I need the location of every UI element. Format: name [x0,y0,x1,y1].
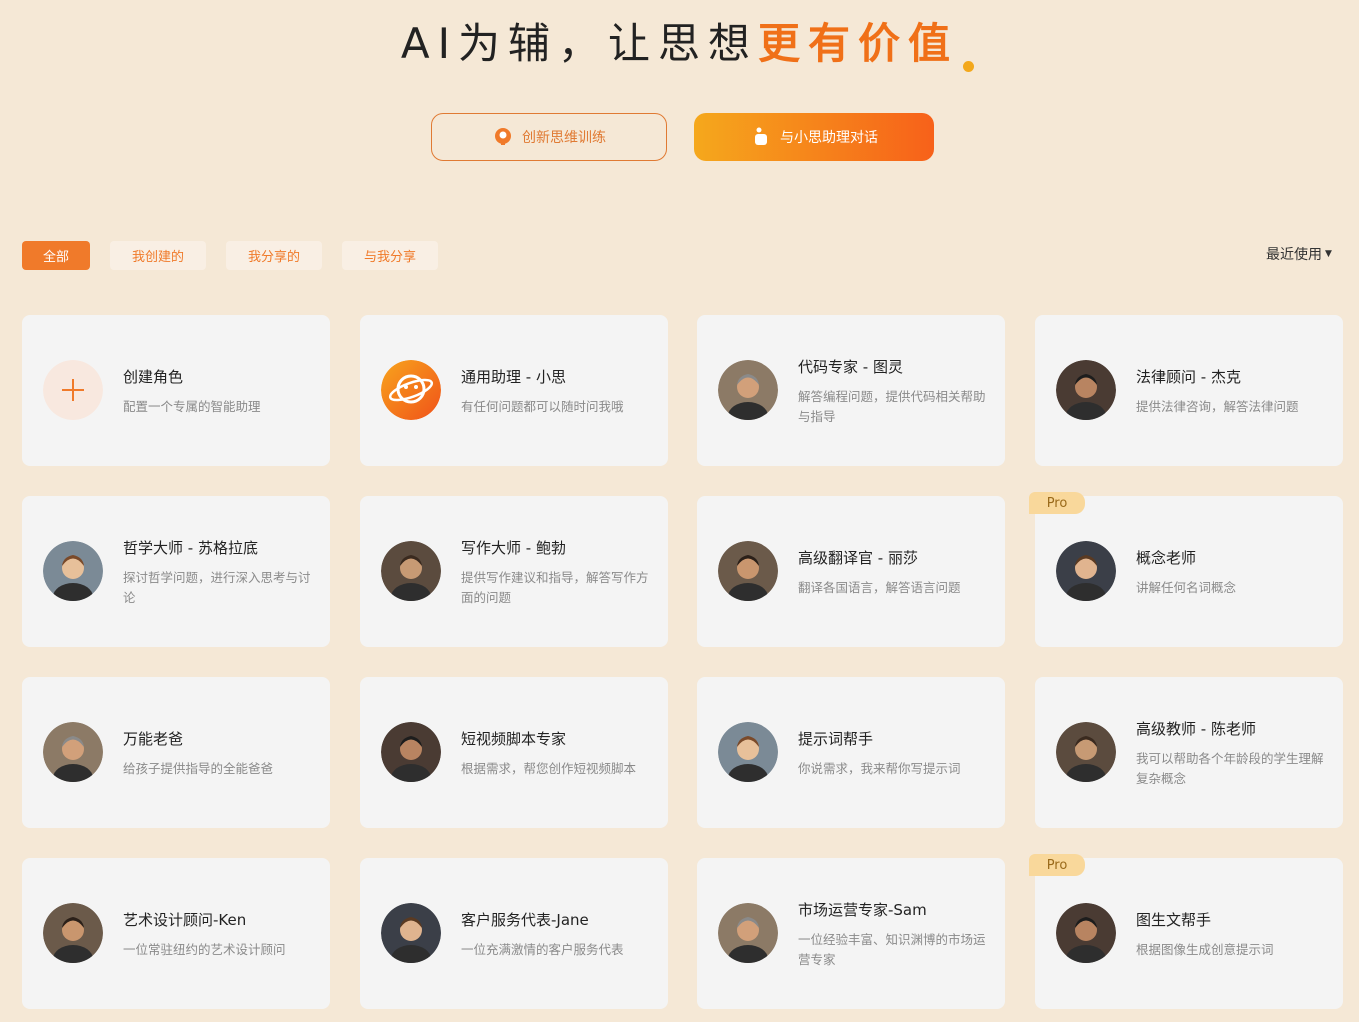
card-title: 提示词帮手 [798,730,874,748]
role-card[interactable]: 图生文帮手根据图像生成创意提示词 Pro [1029,854,1343,1009]
role-card[interactable]: 万能老爸给孩子提供指导的全能爸爸 [22,677,330,828]
avatar [1056,903,1116,963]
innovative-training-label: 创新思维训练 [522,130,606,146]
avatar [718,722,778,782]
role-card[interactable]: 短视频脚本专家根据需求，帮您创作短视频脚本 [360,677,668,828]
card-description: 有任何问题都可以随时问我哦 [461,399,624,414]
card-description: 你说需求，我来帮你写提示词 [798,761,961,776]
role-card[interactable]: 客户服务代表-Jane 一位充满激情的客户服务代表 [360,858,668,1009]
hand-wave-icon [750,126,772,148]
card-description: 讲解任何名词概念 [1136,580,1237,595]
role-card[interactable]: 创建角色配置一个专属的智能助理 [22,315,330,466]
role-card[interactable]: 提示词帮手你说需求，我来帮你写提示词 [697,677,1005,828]
tab-all[interactable]: 全部 [22,241,90,270]
card-description: 探讨哲学问题，进行深入思考与讨论 [123,570,311,605]
assistant-logo-icon [381,360,441,420]
card-title: 客户服务代表-Jane [461,911,589,929]
card-title: 艺术设计顾问-Ken [123,911,247,929]
role-card[interactable]: 高级翻译官 - 丽莎翻译各国语言，解答语言问题 [697,496,1005,647]
role-card[interactable]: 写作大师 - 鲍勃提供写作建议和指导，解答写作方面的问题 [360,496,668,647]
card-title: 短视频脚本专家 [461,730,567,748]
innovative-training-button[interactable]: 创新思维训练 [431,113,667,161]
card-description: 一位常驻纽约的艺术设计顾问 [123,942,286,957]
card-description: 根据需求，帮您创作短视频脚本 [461,761,637,776]
card-description: 一位充满激情的客户服务代表 [461,942,624,957]
avatar [43,903,103,963]
sort-dropdown[interactable]: 最近使用 ▼ [1266,244,1332,264]
role-card[interactable]: 通用助理 - 小思有任何问题都可以随时问我哦 [360,315,668,466]
card-description: 一位经验丰富、知识渊博的市场运营专家 [798,932,986,967]
card-title: 市场运营专家-Sam [798,901,927,919]
card-title: 创建角色 [123,368,184,386]
card-description: 配置一个专属的智能助理 [123,399,261,414]
avatar [1056,541,1116,601]
chat-assistant-label: 与小思助理对话 [780,130,878,146]
role-card[interactable]: 高级教师 - 陈老师我可以帮助各个年龄段的学生理解复杂概念 [1035,677,1343,828]
card-description: 翻译各国语言，解答语言问题 [798,580,961,595]
avatar [381,903,441,963]
card-title: 写作大师 - 鲍勃 [461,539,566,557]
lightbulb-head-icon [492,126,514,148]
avatar [43,541,103,601]
card-title: 高级教师 - 陈老师 [1136,720,1256,738]
card-description: 解答编程问题，提供代码相关帮助与指导 [798,389,986,424]
tab-shared-with-me[interactable]: 与我分享 [342,241,438,270]
card-description: 提供写作建议和指导，解答写作方面的问题 [461,570,649,605]
card-title: 概念老师 [1136,549,1197,567]
role-card[interactable]: 哲学大师 - 苏格拉底探讨哲学问题，进行深入思考与讨论 [22,496,330,647]
role-card[interactable]: 法律顾问 - 杰克提供法律咨询，解答法律问题 [1035,315,1343,466]
hero-title: AI为辅，让思想更有价值 [0,18,1359,70]
card-title: 图生文帮手 [1136,911,1212,929]
card-title: 通用助理 - 小思 [461,368,566,386]
role-card[interactable]: 概念老师讲解任何名词概念 Pro [1029,492,1343,647]
role-card[interactable]: 艺术设计顾问-Ken 一位常驻纽约的艺术设计顾问 [22,858,330,1009]
card-description: 给孩子提供指导的全能爸爸 [123,761,274,776]
pro-badge: Pro [1029,854,1085,876]
card-description: 根据图像生成创意提示词 [1136,942,1274,957]
hero-title-plain: AI为辅，让思想 [400,19,759,68]
hero-title-accent: 更有价值 [758,19,959,68]
role-card[interactable]: 市场运营专家-Sam 一位经验丰富、知识渊博的市场运营专家 [697,858,1005,1009]
card-title: 法律顾问 - 杰克 [1136,368,1241,386]
role-card[interactable]: 代码专家 - 图灵解答编程问题，提供代码相关帮助与指导 [697,315,1005,466]
avatar [1056,360,1116,420]
card-description: 我可以帮助各个年龄段的学生理解复杂概念 [1136,751,1324,786]
avatar [718,903,778,963]
tab-created-by-me[interactable]: 我创建的 [110,241,206,270]
avatar [381,722,441,782]
avatar [43,722,103,782]
card-description: 提供法律咨询，解答法律问题 [1136,399,1299,414]
card-title: 代码专家 - 图灵 [798,358,903,376]
chat-assistant-button[interactable]: 与小思助理对话 [694,113,934,161]
avatar [1056,722,1116,782]
plus-icon [43,360,103,420]
card-title: 高级翻译官 - 丽莎 [798,549,918,567]
tab-shared-by-me[interactable]: 我分享的 [226,241,322,270]
avatar [381,541,441,601]
avatar [718,360,778,420]
caret-down-icon: ▼ [1325,249,1332,259]
card-title: 万能老爸 [123,730,184,748]
sort-label: 最近使用 [1266,247,1322,263]
pro-badge: Pro [1029,492,1085,514]
hero-dot [963,61,974,72]
card-title: 哲学大师 - 苏格拉底 [123,539,258,557]
avatar [718,541,778,601]
